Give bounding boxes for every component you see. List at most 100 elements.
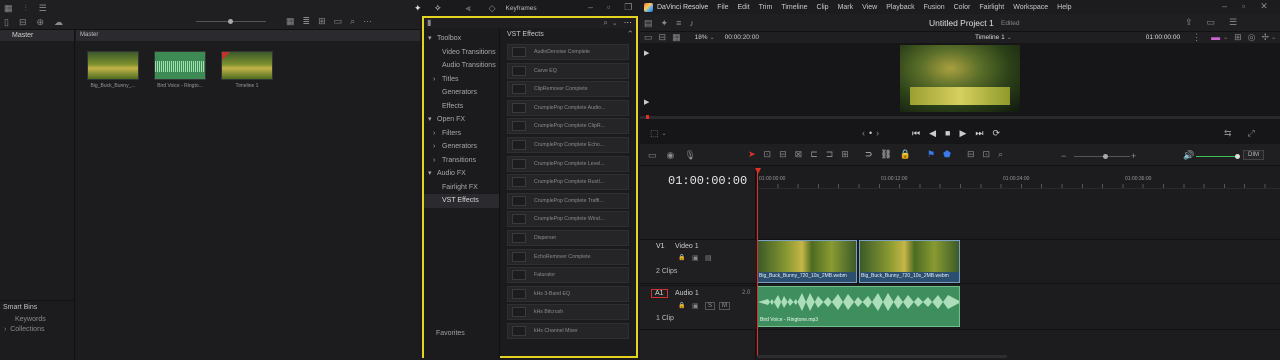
chevron-down-icon[interactable]: ⌄ bbox=[1007, 35, 1012, 41]
favorites-header[interactable]: Favorites bbox=[436, 330, 465, 337]
edit-index-icon[interactable]: ≡ bbox=[676, 19, 681, 28]
vst-effect-item[interactable]: kHs 3-Band EQ bbox=[507, 285, 629, 302]
volume-slider[interactable] bbox=[1196, 156, 1236, 157]
smart-bin-keywords[interactable]: Keywords bbox=[0, 314, 75, 325]
panel-toggle-icon[interactable]: ▮ bbox=[427, 19, 431, 27]
options-icon[interactable]: ⋯ bbox=[363, 17, 372, 26]
auto-track-icon[interactable]: ▣ bbox=[692, 303, 699, 310]
safe-area-icon[interactable]: ⊞ bbox=[1234, 33, 1242, 42]
jog-bar[interactable] bbox=[640, 116, 1280, 119]
effects-category[interactable]: ▾ Open FX bbox=[424, 113, 499, 127]
list-icon[interactable]: ☰ bbox=[39, 4, 47, 13]
sort-icon[interactable]: ▭ bbox=[334, 17, 343, 26]
vst-effect-item[interactable]: kHs Bitcrush bbox=[507, 304, 629, 321]
effects-category[interactable]: Video Transitions bbox=[424, 46, 499, 60]
menu-item-file[interactable]: File bbox=[717, 4, 728, 11]
color-wheel-icon[interactable]: ◎ bbox=[1248, 33, 1256, 42]
clip-item[interactable]: Timeline 1 bbox=[221, 51, 278, 89]
menu-item-clip[interactable]: Clip bbox=[817, 4, 829, 11]
speaker-icon[interactable]: 🔊 bbox=[1183, 151, 1194, 160]
replace-clip-icon[interactable]: ⊞ bbox=[841, 150, 849, 159]
playhead[interactable] bbox=[755, 168, 761, 174]
eye-icon[interactable]: ◉ bbox=[667, 151, 675, 160]
smart-bin-collections[interactable]: › Collections bbox=[0, 325, 75, 334]
jog-control[interactable]: ‹ • › bbox=[862, 129, 879, 138]
menu-item-workspace[interactable]: Workspace bbox=[1013, 4, 1048, 11]
menu-item-fusion[interactable]: Fusion bbox=[924, 4, 945, 11]
skip-forward-icon[interactable]: ⏭ bbox=[975, 129, 983, 138]
lock-icon[interactable]: 🔒 bbox=[678, 303, 685, 309]
cloud-icon[interactable]: ☁ bbox=[54, 18, 63, 27]
sliders-icon[interactable]: ⫶ bbox=[25, 4, 27, 13]
effects-category[interactable]: › Transitions bbox=[424, 154, 499, 168]
crop-icon[interactable]: ⬚ bbox=[650, 129, 659, 138]
zoom-detail-icon[interactable]: ⊡ bbox=[982, 150, 990, 159]
vst-effect-item[interactable]: kHs Channel Mixer bbox=[507, 322, 629, 339]
vst-effect-item[interactable]: CrumplePop Complete Rustl... bbox=[507, 174, 629, 191]
sliders-settings-icon[interactable]: ⫷ bbox=[466, 4, 471, 13]
clip-item[interactable]: Big_Buck_Bunny_... bbox=[87, 51, 144, 89]
vst-effects-header[interactable]: VST Effects ⌃ bbox=[504, 28, 634, 41]
zoom-level[interactable]: 18% bbox=[695, 34, 708, 41]
zoom-in-icon[interactable]: + bbox=[1131, 152, 1136, 161]
menu-item-mark[interactable]: Mark bbox=[838, 4, 854, 11]
scrubber-playhead[interactable] bbox=[646, 115, 649, 119]
trim-tool-icon[interactable]: ⊡ bbox=[764, 150, 772, 159]
video-clip[interactable]: Big_Buck_Bunny_720_10s_2MB.webm bbox=[859, 240, 960, 283]
effects-category[interactable]: ▾ Toolbox bbox=[424, 32, 499, 46]
inspector-icon[interactable]: ☰ bbox=[1229, 18, 1237, 27]
chevron-down-icon[interactable]: ⌄ bbox=[1271, 35, 1276, 41]
chevron-down-icon[interactable]: ⌄ bbox=[662, 131, 667, 137]
zoom-slider-knob[interactable] bbox=[228, 19, 233, 24]
export-icon[interactable]: ⇪ bbox=[1185, 18, 1193, 27]
snapping-icon[interactable]: ⊃ bbox=[865, 150, 873, 159]
timeline-ruler[interactable]: 01:00:00:00 01:00:12:00 01:00:24:00 01:0… bbox=[757, 167, 1280, 189]
volume-knob[interactable] bbox=[1235, 154, 1240, 159]
marker-icon[interactable]: ⬟ bbox=[943, 150, 951, 159]
zoom-custom-icon[interactable]: ⌕ bbox=[998, 150, 1003, 159]
selection-tool-icon[interactable]: ➤ bbox=[748, 150, 756, 159]
restore-icon[interactable]: ❐ bbox=[624, 3, 632, 12]
vst-effect-item[interactable]: AudioDenoise Complete bbox=[507, 44, 629, 60]
insert-clip-icon[interactable]: ⊏ bbox=[810, 150, 818, 159]
single-viewer-icon[interactable]: ▭ bbox=[644, 33, 653, 42]
video-track-header[interactable]: V1 Video 1 🔒 ▣ ▤ 2 Clips bbox=[640, 239, 756, 284]
timeline-options-icon[interactable]: ⋮ bbox=[1192, 33, 1201, 42]
keyframe-icon[interactable]: ◇ bbox=[489, 4, 496, 13]
close-icon[interactable]: ✕ bbox=[1260, 2, 1268, 11]
zoom-full-icon[interactable]: ⊟ bbox=[967, 150, 975, 159]
search-icon[interactable]: ⌕ bbox=[350, 17, 355, 26]
vst-effect-item[interactable]: CrumplePop Complete ClipR... bbox=[507, 118, 629, 135]
timeline-selector[interactable]: Timeline 1 bbox=[975, 34, 1005, 41]
maximize-icon[interactable]: ▫ bbox=[607, 3, 610, 12]
search-icon[interactable]: ⌕ bbox=[603, 19, 607, 27]
viewer-layout-icon[interactable]: ▦ bbox=[672, 33, 681, 42]
timeline-zoom-slider[interactable] bbox=[1074, 156, 1130, 157]
lock-icon[interactable]: 🔒 bbox=[678, 255, 685, 261]
menu-item-edit[interactable]: Edit bbox=[738, 4, 750, 11]
audio-track-header[interactable]: A1 Audio 1 2.0 🔒 ▣ S M 1 Clip bbox=[640, 285, 756, 330]
vst-effect-item[interactable]: Carve EQ bbox=[507, 62, 629, 79]
solo-button[interactable]: S bbox=[705, 302, 716, 310]
effects-category[interactable]: Effects bbox=[424, 100, 499, 114]
blade-tool-icon[interactable]: ⊠ bbox=[795, 150, 803, 159]
bins-icon[interactable]: ⊟ bbox=[19, 18, 27, 27]
effects-category[interactable]: VST Effects bbox=[424, 194, 499, 208]
chevron-down-icon[interactable]: ⌄ bbox=[710, 35, 715, 41]
effects-icon[interactable]: ✦ bbox=[661, 19, 669, 28]
effects-category[interactable]: › Titles bbox=[424, 73, 499, 87]
minimize-icon[interactable]: – bbox=[1222, 2, 1227, 11]
layout-icon[interactable]: ▭ bbox=[648, 151, 657, 160]
options-icon[interactable]: ⋯ bbox=[624, 19, 632, 27]
chevron-down-icon[interactable]: ⌄ bbox=[612, 20, 618, 27]
effects-category[interactable]: › Filters bbox=[424, 127, 499, 141]
reverse-icon[interactable]: ◀ bbox=[929, 129, 936, 138]
media-pool-icon[interactable]: ▤ bbox=[644, 19, 653, 28]
vst-effect-item[interactable]: CrumplePop Complete Echo... bbox=[507, 136, 629, 153]
chevron-down-icon[interactable]: ⌄ bbox=[1223, 35, 1228, 41]
play-icon[interactable]: ▶ bbox=[959, 129, 966, 138]
thumbnail-view-icon[interactable]: ▦ bbox=[286, 17, 295, 26]
vst-effect-item[interactable]: CrumplePop Complete Traffi... bbox=[507, 192, 629, 209]
mic-icon[interactable]: 🎙 bbox=[684, 151, 695, 160]
magic-wand-icon[interactable]: ✧ bbox=[434, 4, 442, 13]
